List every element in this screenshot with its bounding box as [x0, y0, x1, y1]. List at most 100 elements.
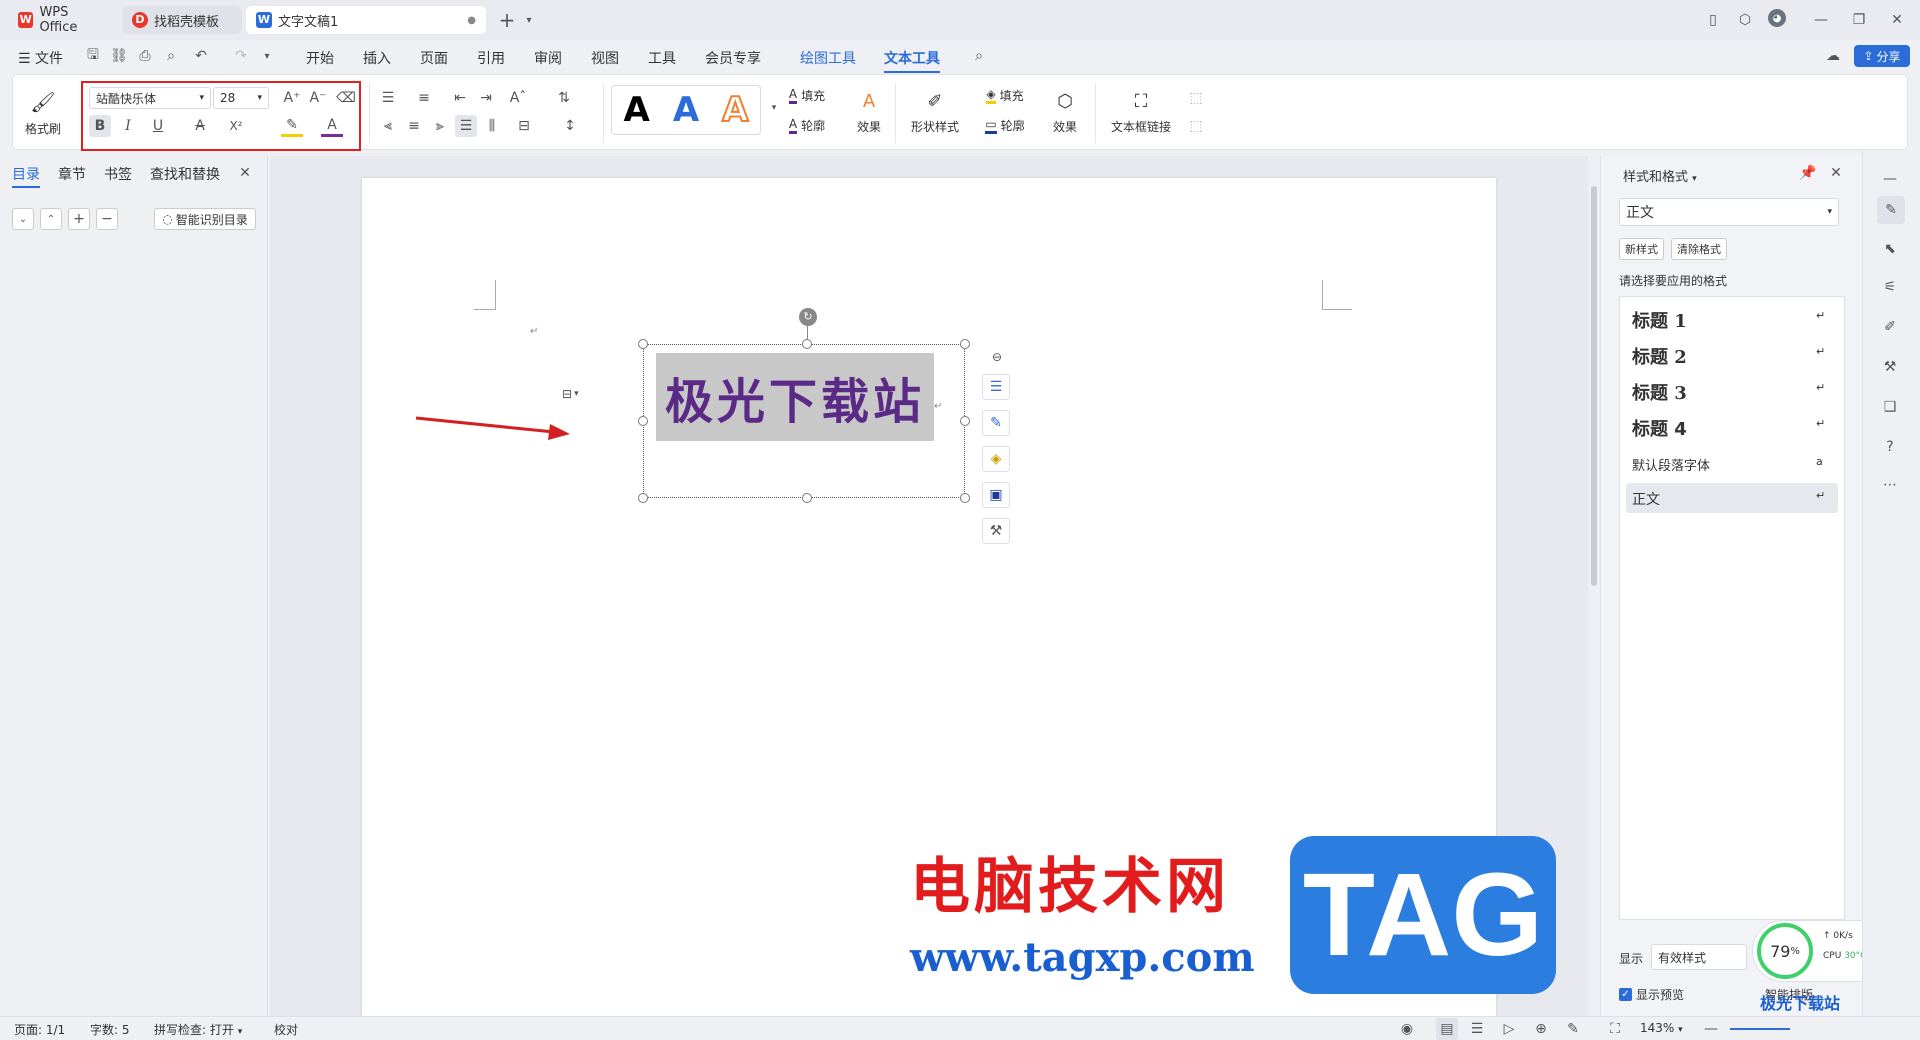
link-icon[interactable]: ⛓	[108, 45, 130, 67]
format-painter-button[interactable]: 🖌 格式刷	[23, 85, 63, 141]
style-item-default-font[interactable]: 默认段落字体	[1632, 455, 1710, 474]
resize-handle[interactable]	[960, 416, 970, 426]
border-icon[interactable]: ▣	[982, 482, 1010, 508]
style-item-heading1[interactable]: 标题 1	[1632, 307, 1687, 333]
font-color-icon[interactable]: A	[321, 115, 343, 137]
shape-edit-icon[interactable]: ✐	[1879, 316, 1901, 338]
text-style-orange-outline[interactable]: A	[721, 89, 749, 131]
text-direction-icon[interactable]: Aˆ	[507, 87, 529, 109]
clear-format-button[interactable]: 清除格式	[1671, 238, 1727, 260]
text-style-blue[interactable]: A	[673, 90, 699, 130]
vertical-align-icon[interactable]: ⊟	[513, 115, 535, 137]
search-icon[interactable]: ⌕	[968, 45, 990, 67]
superscript-button[interactable]: X²	[225, 115, 247, 137]
style-item-heading3[interactable]: 标题 3	[1632, 379, 1687, 405]
increase-indent-icon[interactable]: ⇥	[475, 87, 497, 109]
bullet-list-icon[interactable]: ☰	[377, 87, 399, 109]
resize-handle[interactable]	[638, 416, 648, 426]
resize-handle[interactable]	[802, 493, 812, 503]
sort-icon[interactable]: ⇅	[553, 87, 575, 109]
more-icon[interactable]: ⋯	[1879, 474, 1901, 496]
nav-tab-toc[interactable]: 目录	[12, 164, 40, 188]
distribute-icon[interactable]: ⫼	[481, 115, 503, 137]
style-item-heading4[interactable]: 标题 4	[1632, 415, 1687, 441]
numbered-list-icon[interactable]: ≡	[413, 87, 435, 109]
more-chevron-icon[interactable]: ▾	[256, 45, 278, 67]
menu-start[interactable]: 开始	[306, 48, 334, 68]
nav-tab-find-replace[interactable]: 查找和替换	[150, 164, 220, 184]
pin-icon[interactable]: 📌	[1797, 162, 1819, 184]
eye-icon[interactable]: ◉	[1396, 1018, 1418, 1040]
shape-fill-button[interactable]: ◈ 填充	[975, 85, 1035, 105]
line-spacing-icon[interactable]: ↕	[559, 115, 581, 137]
style-item-heading2[interactable]: 标题 2	[1632, 343, 1687, 369]
restore-icon[interactable]: ❐	[1848, 9, 1870, 31]
anchor-layout-button[interactable]: ⊟ ▾	[562, 384, 596, 404]
bold-button[interactable]: B	[89, 115, 111, 137]
spell-check[interactable]: 拼写检查: 打开 ▾	[154, 1021, 242, 1038]
file-menu[interactable]: ☰ 文件	[18, 48, 63, 68]
text-style-gallery[interactable]: A A A	[611, 85, 761, 135]
clear-format-icon[interactable]: ⌫	[335, 87, 357, 109]
collapse-icon[interactable]: —	[1879, 168, 1901, 190]
text-fill-button[interactable]: A 填充	[777, 85, 837, 105]
rotate-handle-icon[interactable]: ↻	[799, 308, 817, 326]
tab-close-dot-icon[interactable]: ●	[467, 15, 476, 26]
text-effect-button[interactable]: A 效果	[847, 85, 891, 141]
show-select[interactable]: 有效样式	[1651, 944, 1747, 970]
resize-handle[interactable]	[638, 493, 648, 503]
fit-screen-icon[interactable]: ⛶	[1604, 1018, 1626, 1040]
grow-font-icon[interactable]: A⁺	[281, 87, 303, 109]
nav-tab-chapter[interactable]: 章节	[58, 164, 86, 184]
proofread-button[interactable]: 校对	[274, 1021, 298, 1038]
menu-tools[interactable]: 工具	[648, 48, 676, 68]
style-item-body-selected[interactable]: 正文 ↵	[1626, 483, 1838, 513]
remove-level-icon[interactable]: −	[96, 208, 118, 230]
align-right-icon[interactable]: ⫸	[429, 115, 451, 137]
shape-effect-button[interactable]: ⬡ 效果	[1043, 85, 1087, 141]
menu-page[interactable]: 页面	[420, 48, 448, 68]
pen-icon[interactable]: ✎	[982, 410, 1010, 436]
wrap-text-icon[interactable]: ☰	[982, 374, 1010, 400]
share-button[interactable]: ⇪ 分享	[1854, 45, 1910, 67]
justify-icon[interactable]: ☰	[455, 115, 477, 137]
font-size-select[interactable]: 28 ▾	[213, 87, 269, 109]
shape-style-button[interactable]: ✐ 形状样式	[903, 85, 967, 141]
collapse-toolbar-icon[interactable]: ⊖	[986, 346, 1008, 368]
close-icon[interactable]: ✕	[1886, 9, 1908, 31]
web-view-icon[interactable]: ⊕	[1530, 1018, 1552, 1040]
zoom-level[interactable]: 143% ▾	[1640, 1021, 1683, 1035]
create-link-icon[interactable]: ⬚	[1185, 87, 1207, 109]
resize-handle[interactable]	[802, 339, 812, 349]
layout-icon[interactable]: ▯	[1702, 9, 1724, 31]
collapse-down-icon[interactable]: ⌄	[12, 208, 34, 230]
menu-insert[interactable]: 插入	[363, 48, 391, 68]
page-count[interactable]: 页面: 1/1	[14, 1021, 65, 1038]
menu-review[interactable]: 审阅	[534, 48, 562, 68]
tab-wps-office[interactable]: W WPS Office	[8, 5, 118, 35]
zoom-out-icon[interactable]: —	[1700, 1018, 1722, 1040]
print-icon[interactable]: ⎙	[134, 45, 156, 67]
play-icon[interactable]: ▷	[1498, 1018, 1520, 1040]
vertical-scrollbar[interactable]	[1588, 156, 1600, 1016]
menu-drawing-tools[interactable]: 绘图工具	[800, 48, 856, 68]
print-preview-icon[interactable]: ⌕	[160, 45, 182, 67]
strikethrough-button[interactable]: A	[189, 115, 211, 137]
italic-button[interactable]: I	[117, 115, 139, 137]
resize-handle[interactable]	[638, 339, 648, 349]
scroll-thumb[interactable]	[1591, 186, 1597, 586]
menu-member[interactable]: 会员专享	[705, 48, 761, 68]
nav-tab-bookmark[interactable]: 书签	[104, 164, 132, 184]
tab-document[interactable]: W 文字文稿1 ●	[246, 6, 486, 34]
add-level-icon[interactable]: +	[68, 208, 90, 230]
text-outline-button[interactable]: A 轮廓	[777, 115, 837, 135]
fill-bucket-icon[interactable]: ◈	[982, 446, 1010, 472]
resize-handle[interactable]	[960, 493, 970, 503]
pen-mode-icon[interactable]: ✎	[1562, 1018, 1584, 1040]
outline-view-icon[interactable]: ☰	[1466, 1018, 1488, 1040]
smart-toc-button[interactable]: ◌ 智能识别目录	[154, 208, 256, 230]
select-cursor-icon[interactable]: ⬉	[1879, 238, 1901, 260]
help-icon[interactable]: ?	[1879, 436, 1901, 458]
menu-reference[interactable]: 引用	[477, 48, 505, 68]
underline-button[interactable]: U	[147, 115, 169, 137]
